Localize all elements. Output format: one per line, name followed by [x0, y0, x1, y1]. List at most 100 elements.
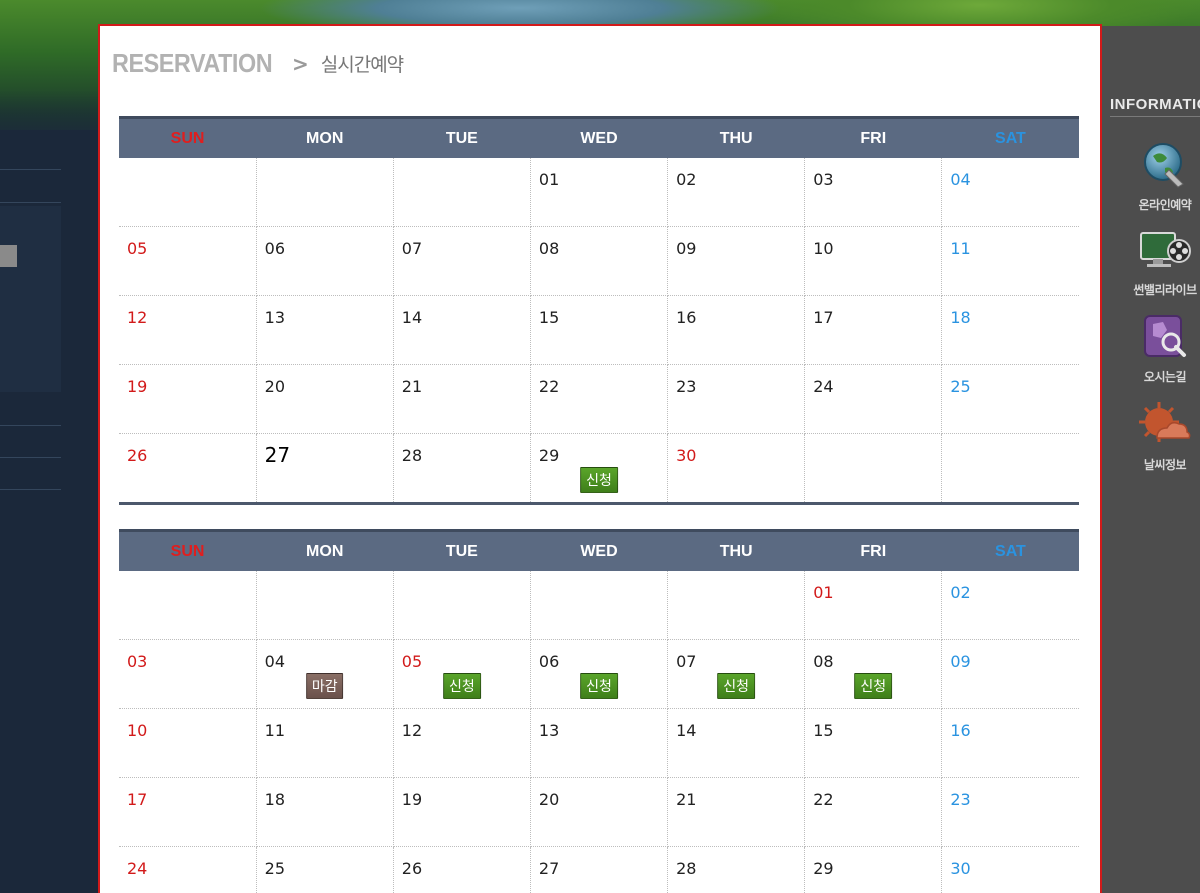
day-number: 10 [813, 239, 834, 258]
calendar-day-cell[interactable]: 29 [804, 846, 943, 893]
info-title: INFORMATIC [1110, 96, 1200, 113]
calendar-day-cell[interactable]: 26 [119, 433, 257, 505]
calendar-day-cell[interactable]: 10 [804, 226, 943, 296]
calendar-day-cell[interactable]: 11 [941, 226, 1079, 296]
calendar-day-cell[interactable]: 14 [393, 295, 531, 365]
calendar-day-cell[interactable]: 07 [393, 226, 531, 296]
calendar-day-cell[interactable]: 06 [256, 226, 394, 296]
day-number: 15 [813, 721, 834, 740]
day-number: 25 [264, 859, 285, 878]
day-number: 30 [676, 446, 697, 465]
day-number: 09 [676, 239, 697, 258]
calendar-day-cell[interactable]: 12 [119, 295, 257, 365]
calendar-day-cell[interactable]: 07 신청 [667, 639, 806, 709]
info-online-reservation[interactable]: 온라인예약 [1120, 140, 1200, 213]
sidebar-divider [0, 169, 61, 170]
calendar-day-cell[interactable]: 20 [256, 364, 394, 434]
calendar-day-cell[interactable]: 26 [393, 846, 531, 893]
calendar-day-cell[interactable]: 19 [393, 777, 531, 847]
calendar-day-cell[interactable]: 18 [941, 295, 1079, 365]
day-number: 08 [813, 652, 834, 671]
info-label: 썬밸리라이브 [1133, 283, 1197, 297]
day-number: 24 [813, 377, 834, 396]
calendar-day-cell[interactable]: 17 [119, 777, 257, 847]
calendar-day-cell[interactable]: 05 신청 [393, 639, 531, 709]
sidebar-divider [0, 457, 61, 458]
calendar-week-row: 12 13 14 15 16 17 18 [119, 295, 1079, 365]
calendar-day-cell[interactable]: 01 [804, 571, 943, 640]
calendar-week-row: 03 04 마감 05 신청 06 신청 07 신청 08 신청 09 [119, 639, 1079, 709]
calendar-day-cell[interactable]: 04 [941, 158, 1079, 227]
calendar-day-cell[interactable]: 09 [667, 226, 806, 296]
left-sidebar [0, 130, 100, 893]
calendar-day-cell[interactable]: 20 [530, 777, 669, 847]
calendar-day-cell[interactable]: 08 [530, 226, 669, 296]
calendar-day-cell[interactable]: 16 [941, 708, 1079, 778]
day-number: 04 [264, 652, 285, 671]
apply-button[interactable]: 신청 [854, 673, 893, 699]
day-number: 01 [813, 583, 834, 602]
calendar-day-cell[interactable]: 23 [941, 777, 1079, 847]
day-number: 26 [401, 859, 423, 878]
apply-button[interactable]: 신청 [580, 673, 618, 699]
day-number: 21 [676, 790, 697, 809]
info-weather[interactable]: 날씨정보 [1120, 400, 1200, 473]
calendar-day-cell[interactable]: 24 [119, 846, 257, 893]
apply-button[interactable]: 신청 [717, 673, 756, 699]
calendar-day-cell[interactable]: 23 [667, 364, 806, 434]
calendar-day-cell[interactable]: 25 [941, 364, 1079, 434]
day-number: 08 [538, 239, 560, 258]
calendar-day-cell[interactable]: 30 [667, 433, 806, 505]
day-number: 21 [401, 377, 423, 396]
day-number: 14 [676, 721, 697, 740]
calendar-day-cell[interactable]: 14 [667, 708, 806, 778]
calendar-day-cell[interactable]: 21 [393, 364, 531, 434]
calendar-day-cell[interactable]: 02 [941, 571, 1079, 640]
calendar-day-cell[interactable]: 03 [119, 639, 257, 709]
day-number: 23 [950, 790, 971, 809]
apply-button[interactable]: 신청 [442, 673, 481, 699]
weekday-header-wed: WED [530, 116, 668, 158]
calendar-day-cell[interactable]: 27 [256, 433, 394, 505]
calendar-day-cell[interactable]: 27 [530, 846, 669, 893]
calendar-day-cell[interactable]: 15 [530, 295, 669, 365]
calendar-day-cell[interactable]: 04 마감 [256, 639, 394, 709]
calendar-day-cell[interactable]: 28 [667, 846, 806, 893]
calendar-day-cell[interactable]: 12 [393, 708, 531, 778]
calendar-day-cell[interactable]: 22 [530, 364, 669, 434]
calendar-day-cell[interactable]: 01 [530, 158, 669, 227]
calendar-day-cell[interactable]: 06 신청 [530, 639, 669, 709]
calendar-day-cell[interactable]: 18 [256, 777, 394, 847]
calendar-day-cell[interactable]: 24 [804, 364, 943, 434]
calendar-day-cell[interactable]: 21 [667, 777, 806, 847]
calendar-day-cell[interactable]: 03 [804, 158, 943, 227]
apply-button[interactable]: 신청 [580, 467, 618, 493]
calendar-day-cell[interactable]: 08 신청 [804, 639, 943, 709]
calendar-day-cell[interactable]: 10 [119, 708, 257, 778]
sidebar-divider [0, 202, 61, 203]
calendar-day-cell[interactable]: 30 [941, 846, 1079, 893]
info-live-video[interactable]: 썬밸리라이브 [1120, 225, 1200, 298]
calendar-day-cell[interactable]: 25 [256, 846, 394, 893]
calendar-day-cell[interactable]: 28 [393, 433, 531, 505]
calendar-week-row: 24 25 26 27 28 29 30 [119, 846, 1079, 893]
info-directions[interactable]: 오시는길 [1120, 312, 1200, 385]
day-number: 11 [950, 239, 971, 258]
calendar-day-cell[interactable]: 22 [804, 777, 943, 847]
day-number: 16 [950, 721, 971, 740]
calendar-day-cell[interactable]: 17 [804, 295, 943, 365]
calendar-day-cell[interactable]: 13 [256, 295, 394, 365]
info-label: 온라인예약 [1138, 198, 1192, 212]
calendar-day-cell[interactable]: 16 [667, 295, 806, 365]
calendar-day-cell [941, 433, 1079, 505]
calendar-day-cell[interactable]: 15 [804, 708, 943, 778]
day-number: 18 [264, 790, 285, 809]
calendar-day-cell[interactable]: 19 [119, 364, 257, 434]
calendar-day-cell[interactable]: 02 [667, 158, 806, 227]
calendar-day-cell[interactable]: 11 [256, 708, 394, 778]
calendar-day-cell[interactable]: 09 [941, 639, 1079, 709]
calendar-day-cell[interactable]: 29 신청 [530, 433, 669, 505]
calendar-day-cell[interactable]: 13 [530, 708, 669, 778]
day-number: 13 [264, 308, 285, 327]
calendar-day-cell[interactable]: 05 [119, 226, 257, 296]
